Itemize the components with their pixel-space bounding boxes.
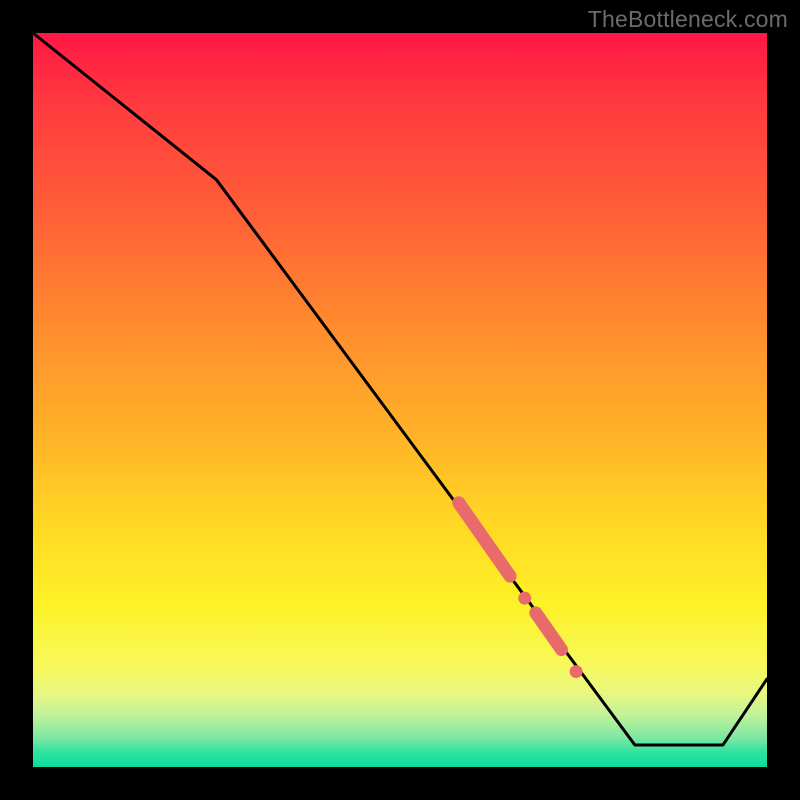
highlight-segment	[459, 503, 510, 576]
bottleneck-line	[33, 33, 767, 745]
highlight-dot	[518, 592, 531, 605]
watermark-text: TheBottleneck.com	[588, 6, 788, 33]
highlight-segment	[536, 613, 562, 650]
chart-frame: TheBottleneck.com	[0, 0, 800, 800]
chart-overlay	[33, 33, 767, 767]
highlight-dot	[570, 665, 583, 678]
